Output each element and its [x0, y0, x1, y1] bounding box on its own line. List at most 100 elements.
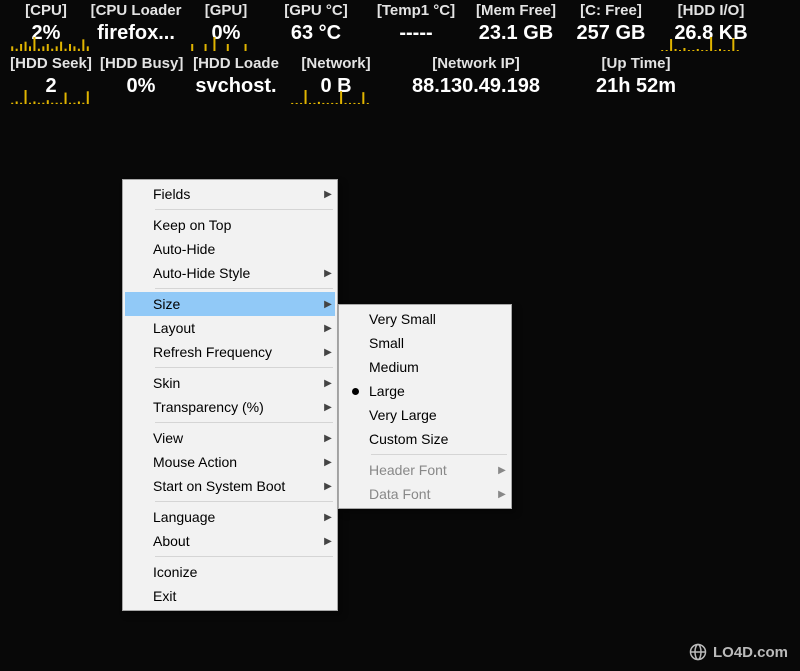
menu-item-label: Transparency (%): [153, 399, 321, 415]
menu-item[interactable]: Refresh Frequency▶: [125, 340, 335, 364]
menu-separator: [155, 288, 333, 289]
menu-item[interactable]: Iconize: [125, 560, 335, 584]
menu-item-label: Skin: [153, 375, 321, 391]
monitor-cell-value: 23.1 GB: [466, 19, 566, 47]
monitor-row-1: [CPU]2%[CPU Loaderfirefox...[GPU]0%[GPU …: [0, 0, 800, 53]
menu-item-label: Medium: [369, 359, 495, 375]
menu-separator: [155, 422, 333, 423]
menu-item[interactable]: Fields▶: [125, 182, 335, 206]
monitor-cell-value: 88.130.49.198: [386, 72, 566, 100]
submenu-arrow-icon: ▶: [321, 189, 335, 200]
watermark: LO4D.com: [689, 643, 788, 661]
monitor-cell-header: [Temp1 °C]: [366, 2, 466, 19]
monitor-cell[interactable]: [HDD Busy]0%: [96, 53, 186, 106]
monitor-cell[interactable]: [Mem Free]23.1 GB: [466, 0, 566, 53]
monitor-cell-value: 0%: [186, 19, 266, 47]
menu-separator: [155, 367, 333, 368]
menu-separator: [371, 454, 507, 455]
menu-item[interactable]: Large: [341, 379, 509, 403]
menu-item-label: About: [153, 533, 321, 549]
monitor-cell-value: 63 °C: [266, 19, 366, 47]
monitor-cell-header: [HDD Busy]: [96, 55, 186, 72]
menu-item[interactable]: About▶: [125, 529, 335, 553]
menu-item-label: Very Large: [369, 407, 495, 423]
menu-item[interactable]: Very Large: [341, 403, 509, 427]
monitor-cell-header: [Up Time]: [566, 55, 706, 72]
menu-item[interactable]: Transparency (%)▶: [125, 395, 335, 419]
menu-separator: [155, 209, 333, 210]
menu-separator: [155, 556, 333, 557]
size-submenu[interactable]: Very Small Small Medium Large Very Large Cust…: [338, 304, 512, 509]
monitor-cell-value: firefox...: [86, 19, 186, 47]
monitor-cell[interactable]: [Up Time]21h 52m: [566, 53, 706, 106]
submenu-arrow-icon: ▶: [495, 489, 509, 500]
menu-item[interactable]: Very Small: [341, 307, 509, 331]
menu-item[interactable]: Auto-Hide: [125, 237, 335, 261]
watermark-text: LO4D.com: [713, 644, 788, 661]
menu-item: Data Font▶: [341, 482, 509, 506]
monitor-cell[interactable]: [GPU °C]63 °C: [266, 0, 366, 53]
menu-item-label: Keep on Top: [153, 217, 321, 233]
submenu-arrow-icon: ▶: [321, 481, 335, 492]
menu-item-label: Large: [369, 383, 495, 399]
submenu-arrow-icon: ▶: [321, 512, 335, 523]
globe-icon: [689, 643, 707, 661]
monitor-cell[interactable]: [Network]0 B: [286, 53, 386, 106]
menu-item[interactable]: Exit: [125, 584, 335, 608]
monitor-cell-value: 21h 52m: [566, 72, 706, 100]
menu-item[interactable]: Skin▶: [125, 371, 335, 395]
monitor-cell-value: 2: [6, 72, 96, 100]
menu-item[interactable]: Keep on Top: [125, 213, 335, 237]
menu-item[interactable]: Start on System Boot▶: [125, 474, 335, 498]
monitor-cell-header: [CPU]: [6, 2, 86, 19]
menu-item-label: Auto-Hide Style: [153, 265, 321, 281]
monitor-cell[interactable]: [GPU]0%: [186, 0, 266, 53]
menu-item-label: Refresh Frequency: [153, 344, 321, 360]
menu-item-label: Start on System Boot: [153, 478, 321, 494]
submenu-arrow-icon: ▶: [321, 536, 335, 547]
menu-item-label: Custom Size: [369, 431, 495, 447]
monitor-cell-header: [GPU]: [186, 2, 266, 19]
menu-item-label: Header Font: [369, 462, 495, 478]
menu-item[interactable]: Language▶: [125, 505, 335, 529]
monitor-cell-header: [CPU Loader: [86, 2, 186, 19]
menu-item[interactable]: View▶: [125, 426, 335, 450]
menu-item[interactable]: Layout▶: [125, 316, 335, 340]
monitor-cell-value: 257 GB: [566, 19, 656, 47]
monitor-cell-value: 26.8 KB: [656, 19, 766, 47]
menu-separator: [155, 501, 333, 502]
menu-item[interactable]: Mouse Action▶: [125, 450, 335, 474]
submenu-arrow-icon: ▶: [321, 378, 335, 389]
monitor-cell[interactable]: [HDD Loadesvchost.: [186, 53, 286, 106]
monitor-cell[interactable]: [HDD I/O]26.8 KB: [656, 0, 766, 53]
monitor-cell[interactable]: [Temp1 °C]-----: [366, 0, 466, 53]
menu-item: Header Font▶: [341, 458, 509, 482]
submenu-arrow-icon: ▶: [321, 299, 335, 310]
menu-item[interactable]: Custom Size: [341, 427, 509, 451]
monitor-cell[interactable]: [Network IP]88.130.49.198: [386, 53, 566, 106]
submenu-arrow-icon: ▶: [321, 433, 335, 444]
monitor-cell-header: [GPU °C]: [266, 2, 366, 19]
menu-item-label: Mouse Action: [153, 454, 321, 470]
menu-item-label: View: [153, 430, 321, 446]
bullet-icon: [352, 388, 359, 395]
menu-item[interactable]: Auto-Hide Style▶: [125, 261, 335, 285]
menu-item[interactable]: Medium: [341, 355, 509, 379]
monitor-cell[interactable]: [CPU]2%: [6, 0, 86, 53]
menu-item-label: Layout: [153, 320, 321, 336]
menu-item-label: Fields: [153, 186, 321, 202]
monitor-cell-value: 0%: [96, 72, 186, 100]
submenu-arrow-icon: ▶: [321, 402, 335, 413]
monitor-cell[interactable]: [CPU Loaderfirefox...: [86, 0, 186, 53]
monitor-cell-header: [HDD Seek]: [6, 55, 96, 72]
monitor-cell-header: [C: Free]: [566, 2, 656, 19]
menu-item-label: Very Small: [369, 311, 495, 327]
menu-item[interactable]: Small: [341, 331, 509, 355]
menu-item-label: Data Font: [369, 486, 495, 502]
menu-item-label: Small: [369, 335, 495, 351]
context-menu[interactable]: Fields▶Keep on TopAuto-HideAuto-Hide Sty…: [122, 179, 338, 611]
monitor-cell[interactable]: [HDD Seek]2: [6, 53, 96, 106]
monitor-cell-header: [Network]: [286, 55, 386, 72]
monitor-cell[interactable]: [C: Free]257 GB: [566, 0, 656, 53]
menu-item[interactable]: Size▶: [125, 292, 335, 316]
